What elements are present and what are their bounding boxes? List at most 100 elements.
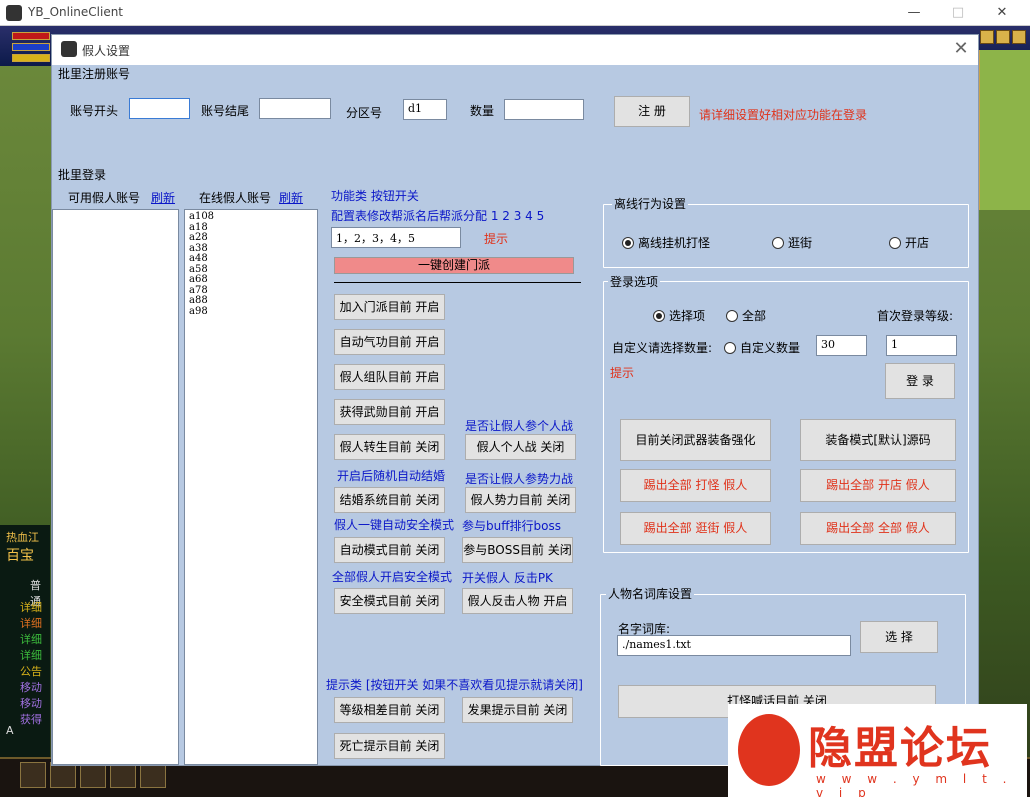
all-radio[interactable]: 全部 bbox=[726, 307, 766, 324]
outer-titlebar: YB_OnlineClient — □ ✕ bbox=[0, 0, 1030, 26]
join-guild-button[interactable]: 加入门派目前 开启 bbox=[334, 294, 445, 320]
hud-text: 详细 bbox=[20, 633, 42, 646]
dialog-close-button[interactable]: ✕ bbox=[950, 38, 972, 60]
kick-all-button[interactable]: 踢出全部 全部 假人 bbox=[800, 512, 956, 545]
list-item[interactable]: a88 bbox=[185, 295, 317, 307]
skill-slot[interactable] bbox=[20, 762, 46, 788]
exp-bar bbox=[12, 54, 50, 62]
config-note: 配置表修改帮派名后帮派分配 1 2 3 4 5 bbox=[331, 209, 545, 223]
login-tip: 提示 bbox=[610, 366, 635, 380]
list-item[interactable]: a108 bbox=[185, 211, 317, 223]
fruit-tip-button[interactable]: 发果提示目前 关闭 bbox=[462, 697, 573, 723]
acct-start-label: 账号开头 bbox=[70, 104, 119, 118]
acct-end-label: 账号结尾 bbox=[201, 104, 250, 118]
hud-text: 热血江 bbox=[6, 531, 39, 544]
list-item[interactable]: a68 bbox=[185, 274, 317, 286]
offline-shop-radio[interactable]: 开店 bbox=[889, 234, 929, 251]
watermark: 隐盟论坛 w w w . y m l t . v i p bbox=[728, 704, 1027, 797]
hp-bar bbox=[12, 32, 50, 40]
batch-register-section: 批里注册账号 bbox=[58, 67, 131, 81]
register-button[interactable]: 注 册 bbox=[614, 96, 690, 127]
select-items-radio[interactable]: 选择项 bbox=[653, 307, 705, 324]
available-accounts-label: 可用假人账号 bbox=[68, 191, 141, 205]
refresh-available-link[interactable]: 刷新 bbox=[151, 189, 175, 206]
available-accounts-list[interactable] bbox=[52, 209, 179, 765]
weapon-enhance-button[interactable]: 目前关闭武器装备强化 bbox=[620, 419, 771, 461]
divider bbox=[334, 282, 581, 283]
app-icon bbox=[6, 5, 22, 21]
all-safe-note: 全部假人开启安全模式 bbox=[332, 570, 453, 584]
dialog-title: 假人设置 bbox=[82, 44, 131, 58]
safe-mode-note: 假人一键自动安全模式 bbox=[334, 518, 455, 532]
medal-button[interactable]: 获得武勋目前 开启 bbox=[334, 399, 445, 425]
online-accounts-list[interactable]: a108 a18 a28 a38 a48 a58 a68 a78 a88 a98 bbox=[184, 209, 318, 765]
hud-text: A bbox=[6, 724, 14, 737]
auto-mode-button[interactable]: 自动模式目前 关闭 bbox=[334, 537, 445, 563]
kick-fight-button[interactable]: 踢出全部 打怪 假人 bbox=[620, 469, 771, 502]
count-input[interactable] bbox=[504, 99, 584, 120]
rebirth-button[interactable]: 假人转生目前 关闭 bbox=[334, 434, 445, 460]
offline-section: 离线行为设置 bbox=[612, 195, 689, 212]
watermark-logo bbox=[738, 714, 800, 786]
guild-tip: 提示 bbox=[484, 232, 509, 246]
level-tip-button[interactable]: 等级相差目前 关闭 bbox=[334, 697, 445, 723]
custom-count-input[interactable]: 30 bbox=[816, 335, 867, 356]
select-file-button[interactable]: 选 择 bbox=[860, 621, 938, 653]
fake-player-settings-dialog: 假人设置 ✕ 批里注册账号 账号开头 账号结尾 分区号 d1 数量 注 册 请详… bbox=[51, 34, 979, 766]
chat-panel: 热血江 百宝 普通 详细 详细 详细 详细 公告 移动 移动 获得 A bbox=[0, 525, 50, 795]
online-accounts-label: 在线假人账号 bbox=[199, 191, 272, 205]
acct-start-input[interactable] bbox=[129, 98, 190, 119]
list-item[interactable]: a98 bbox=[185, 306, 317, 318]
team-button[interactable]: 假人组队目前 开启 bbox=[334, 364, 445, 390]
names-lib-input[interactable]: ./names1.txt bbox=[617, 635, 851, 656]
create-guild-button[interactable]: 一键创建门派 bbox=[334, 257, 574, 274]
kick-stroll-button[interactable]: 踢出全部 逛街 假人 bbox=[620, 512, 771, 545]
auto-qigong-button[interactable]: 自动气功目前 开启 bbox=[334, 329, 445, 355]
hud-text: 详细 bbox=[20, 601, 42, 614]
marry-button[interactable]: 结婚系统目前 关闭 bbox=[334, 487, 445, 513]
outer-title: YB_OnlineClient bbox=[28, 5, 124, 19]
menu-icon[interactable] bbox=[996, 30, 1010, 44]
watermark-url: w w w . y m l t . v i p bbox=[816, 772, 1013, 797]
mp-bar bbox=[12, 43, 50, 51]
batch-login-section: 批里登录 bbox=[58, 168, 107, 182]
menu-icon[interactable] bbox=[1012, 30, 1026, 44]
death-tip-button[interactable]: 死亡提示目前 关闭 bbox=[334, 733, 445, 759]
function-header: 功能类 按钮开关 bbox=[331, 189, 419, 203]
kick-shop-button[interactable]: 踢出全部 开店 假人 bbox=[800, 469, 956, 502]
outer-close-button[interactable]: ✕ bbox=[992, 3, 1012, 23]
dialog-titlebar: 假人设置 ✕ bbox=[52, 35, 978, 65]
equip-mode-button[interactable]: 装备模式[默认]源码 bbox=[800, 419, 956, 461]
offline-stroll-radio[interactable]: 逛街 bbox=[772, 234, 812, 251]
first-level-input[interactable]: 1 bbox=[886, 335, 957, 356]
hud-text: 移动 bbox=[20, 681, 42, 694]
boss-button[interactable]: 参与BOSS目前 关闭 bbox=[462, 537, 573, 563]
hud-text: 公告 bbox=[20, 665, 42, 678]
list-item[interactable]: a28 bbox=[185, 232, 317, 244]
hud-text: 获得 bbox=[20, 713, 42, 726]
custom-count-radio[interactable]: 自定义数量 bbox=[724, 339, 800, 356]
maximize-button[interactable]: □ bbox=[948, 3, 968, 23]
register-hint: 请详细设置好相对应功能在登录 bbox=[699, 108, 868, 122]
login-button[interactable]: 登 录 bbox=[885, 363, 955, 399]
minimize-button[interactable]: — bbox=[904, 3, 924, 23]
zone-input[interactable]: d1 bbox=[403, 99, 447, 120]
menu-icon[interactable] bbox=[980, 30, 994, 44]
tips-header: 提示类 [按钮开关 如果不喜欢看见提示就请关闭] bbox=[326, 678, 583, 692]
dialog-icon bbox=[61, 41, 77, 57]
list-item[interactable]: a48 bbox=[185, 253, 317, 265]
names-section: 人物名词库设置 bbox=[606, 585, 695, 602]
solo-war-note: 是否让假人参个人战 bbox=[465, 419, 574, 433]
hud-text: 百宝 bbox=[6, 548, 34, 564]
solo-war-button[interactable]: 假人个人战 关闭 bbox=[465, 434, 576, 460]
faction-war-button[interactable]: 假人势力目前 关闭 bbox=[465, 487, 576, 513]
refresh-online-link[interactable]: 刷新 bbox=[279, 189, 303, 206]
offline-fight-radio[interactable]: 离线挂机打怪 bbox=[622, 234, 710, 251]
pk-note: 开关假人 反击PK bbox=[462, 571, 553, 585]
guild-config-input[interactable]: 1，2，3，4，5 bbox=[331, 227, 461, 248]
faction-war-note: 是否让假人参势力战 bbox=[465, 472, 574, 486]
safe-mode-button[interactable]: 安全模式目前 关闭 bbox=[334, 588, 445, 614]
acct-end-input[interactable] bbox=[259, 98, 331, 119]
counter-attack-button[interactable]: 假人反击人物 开启 bbox=[462, 588, 573, 614]
minimap[interactable] bbox=[978, 50, 1030, 210]
